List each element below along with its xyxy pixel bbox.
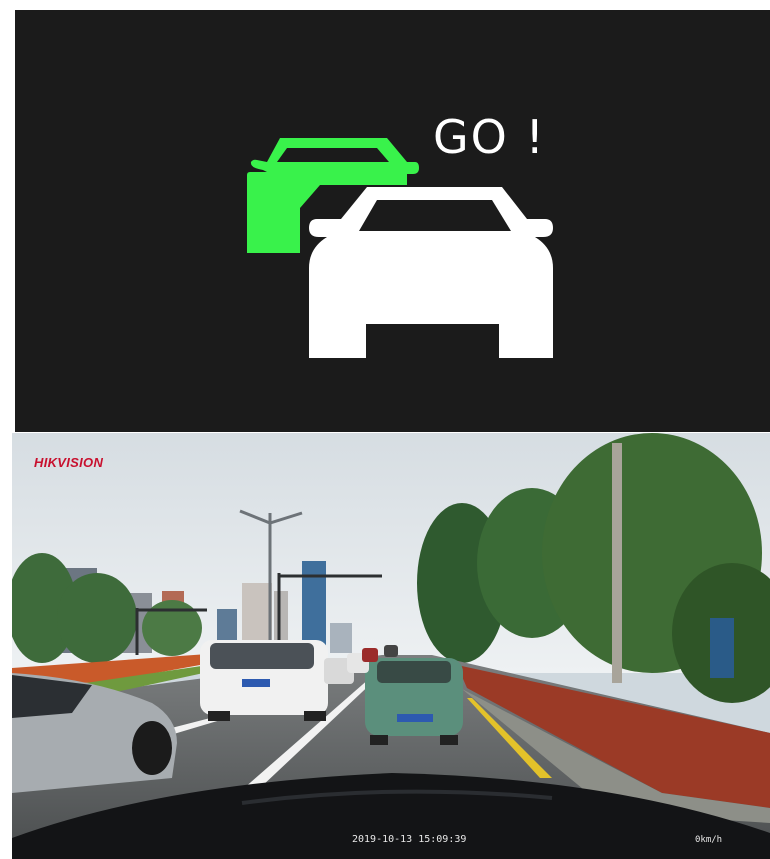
speed-readout: 0km/h xyxy=(695,835,723,845)
go-message: GO ! xyxy=(433,110,546,164)
green-sedan xyxy=(365,658,463,745)
dashcam-scene xyxy=(12,433,770,859)
dashcam-brand-logo: HIKVISION xyxy=(34,455,104,470)
go-alert-panel: GO ! xyxy=(15,10,770,432)
own-vehicle-icon xyxy=(309,187,553,358)
recording-timestamp: 2019-10-13 15:09:39 xyxy=(352,834,467,845)
white-minivan xyxy=(200,640,328,721)
info-sign xyxy=(710,618,734,678)
vehicle-icons xyxy=(247,138,553,358)
dashcam-frame: HIKVISION 2019-10-13 15:09:39 0km/h xyxy=(12,433,770,859)
